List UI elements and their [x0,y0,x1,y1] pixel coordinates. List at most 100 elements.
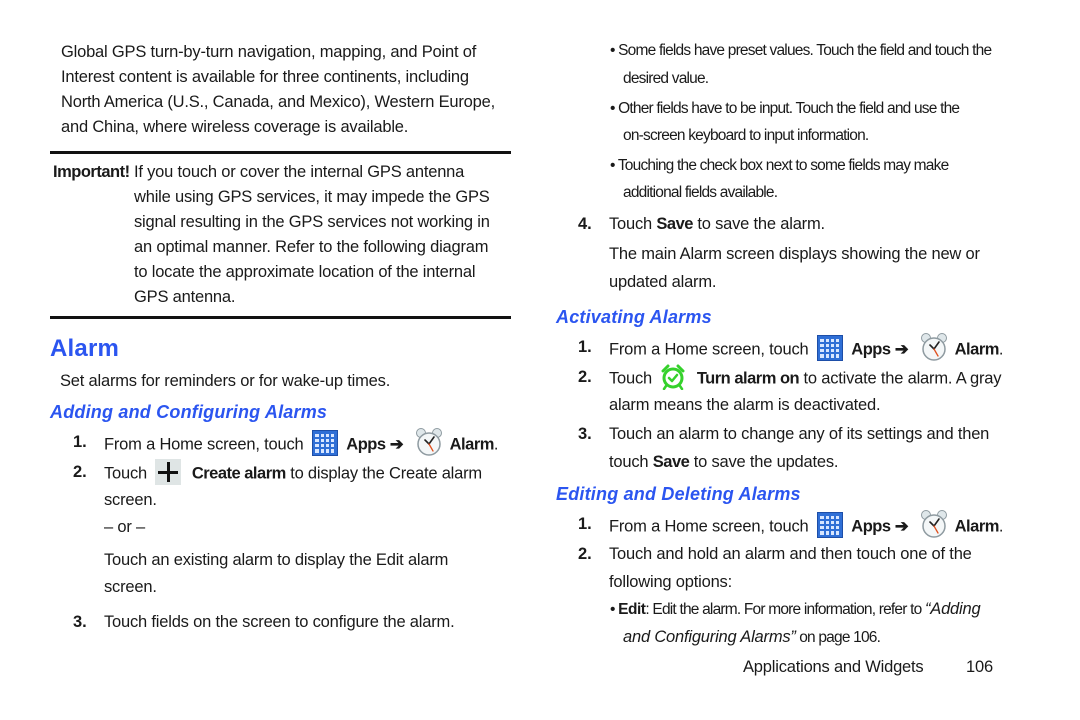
turn-alarm-on-label: Turn alarm on [696,369,800,388]
important-label: Important! [53,163,130,181]
step-number: 3. [73,613,87,631]
bullet-item-cont: additional fields available. [623,184,778,201]
arrow-icon: ➔ [894,340,909,359]
step-number: 3. [578,425,592,443]
editing-step-2: Touch and hold an alarm and then touch o… [609,545,972,563]
edit-label: Edit [618,601,646,618]
step-text: to activate the alarm. A gray [803,369,1002,388]
alarm-label: Alarm [954,517,1000,536]
step-number: 4. [578,215,592,233]
intro-line: and China, where wireless coverage is av… [61,118,409,136]
step-text: . [998,517,1004,536]
step-text: . [493,435,499,454]
bullet-item: • Touching the check box next to some fi… [610,157,949,174]
step-number: 2. [578,368,592,386]
step-text: touch [609,453,649,471]
step-text: Touch [104,464,148,483]
apps-label: Apps [346,435,386,454]
bullet-item-cont: on-screen keyboard to input information. [623,127,869,144]
adding-step-3: Touch fields on the screen to configure … [104,613,455,631]
alt-step: Touch an existing alarm to display the E… [104,551,449,569]
step-4-note: updated alarm. [609,273,717,291]
section-title: Alarm [50,335,120,362]
alarm-label: Alarm [954,340,1000,359]
intro-line: Interest content is available for three … [61,68,469,86]
important-line: If you touch or cover the internal GPS a… [133,163,465,181]
activating-step-2: Touch Turn alarm on to activate the alar… [609,368,1002,390]
edit-option-bullet-cont: and Configuring Alarms” on page 106. [623,628,881,647]
step-text: to save the alarm. [697,215,825,233]
alarm-clock-icon [919,332,949,362]
footer-section-name: Applications and Widgets [743,658,924,676]
important-line: an optimal manner. Refer to the followin… [134,238,489,256]
important-line: while using GPS services, it may impede … [134,188,490,206]
save-label: Save [656,215,693,233]
arrow-icon: ➔ [894,517,909,536]
cross-reference-link[interactable]: and Configuring Alarms” [623,628,796,646]
bullet-text: Touching the check box next to some fiel… [617,157,949,174]
important-note: Important! If you touch or cover the int… [53,160,523,310]
alt-step: screen. [104,578,157,596]
apps-icon [816,512,843,538]
intro-line: North America (U.S., Canada, and Mexico)… [61,93,495,111]
plus-icon [155,459,182,485]
step-number: 1. [578,338,592,356]
important-line: GPS antenna. [134,288,236,306]
step-number: 1. [73,433,87,451]
bullet-item: • Some fields have preset values. Touch … [610,42,992,59]
apps-icon [816,335,843,361]
bullet-text: Other fields have to be input. Touch the… [618,100,960,117]
turn-alarm-on-icon [660,364,686,390]
step-number: 1. [578,515,592,533]
cross-reference-link[interactable]: “Adding [925,600,981,618]
page-number: 106 [966,658,993,676]
activating-step-1: From a Home screen, touch Apps ➔ Alarm. [609,335,1004,362]
subsection-title-activating: Activating Alarms [556,307,712,327]
section-intro: Set alarms for reminders or for wake-up … [60,372,391,390]
subsection-title-adding: Adding and Configuring Alarms [50,402,328,422]
step-text: to save the updates. [693,453,839,471]
bullet-text: on page 106. [799,629,881,646]
step-4: Touch Save to save the alarm. [609,215,825,234]
editing-step-2-cont: following options: [609,573,732,591]
step-4-note: The main Alarm screen displays showing t… [609,245,980,263]
alarm-clock-icon [919,509,949,539]
apps-label: Apps [851,517,891,536]
step-text: From a Home screen, touch [104,435,304,454]
bullet-item: • Other fields have to be input. Touch t… [610,100,960,117]
step-text: Touch [609,215,653,233]
adding-step-2: Touch Create alarm to display the Create… [104,459,482,485]
activating-step-3-cont: touch Save to save the updates. [609,453,839,472]
apps-icon [311,430,338,456]
bullet-text: Some fields have preset values. Touch th… [618,42,992,59]
save-label: Save [652,453,690,471]
activating-step-3: Touch an alarm to change any of its sett… [609,425,990,443]
step-text: Touch [609,369,653,388]
arrow-icon: ➔ [389,435,404,454]
step-text: From a Home screen, touch [609,340,809,359]
bullet-item-cont: desired value. [623,70,709,87]
important-line: signal resulting in the GPS services not… [134,213,490,231]
editing-step-1: From a Home screen, touch Apps ➔ Alarm. [609,512,1004,539]
intro-line: Global GPS turn-by-turn navigation, mapp… [61,43,477,61]
edit-option-bullet: • Edit: Edit the alarm. For more informa… [610,600,981,618]
bullet-text: : Edit the alarm. For more information, … [645,601,922,618]
step-text: . [998,340,1004,359]
alarm-clock-icon [414,427,444,457]
adding-step-1: From a Home screen, touch Apps ➔ Alarm. [104,430,499,457]
adding-step-2-cont: screen. [104,491,157,509]
intro-paragraph: Global GPS turn-by-turn navigation, mapp… [61,40,521,140]
step-number: 2. [578,545,592,563]
create-alarm-label: Create alarm [191,464,286,483]
or-separator: – or – [104,518,145,536]
step-number: 2. [73,463,87,481]
apps-label: Apps [851,340,891,359]
subsection-title-editing: Editing and Deleting Alarms [556,484,801,504]
step-text: to display the Create alarm [290,464,482,483]
divider-bottom [50,316,511,319]
divider-top [50,151,511,154]
alarm-label: Alarm [449,435,495,454]
step-text: From a Home screen, touch [609,517,809,536]
activating-step-2-cont: alarm means the alarm is deactivated. [609,396,881,414]
important-line: to locate the approximate location of th… [134,263,476,281]
